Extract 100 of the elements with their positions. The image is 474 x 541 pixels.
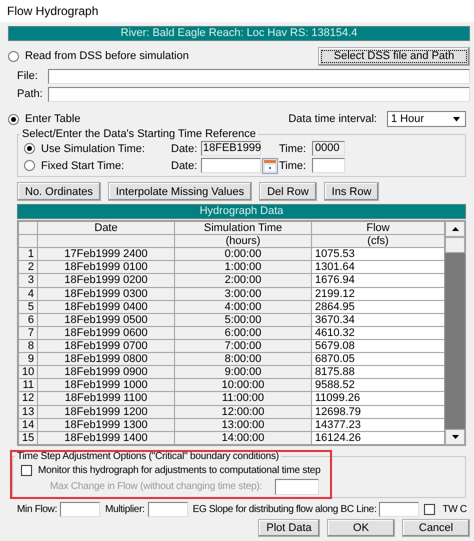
calendar-icon[interactable] (262, 158, 278, 174)
table-cell[interactable]: 16124.26 (312, 431, 444, 444)
table-cell: 12:00:00 (174, 405, 312, 418)
table-cell[interactable]: 14377.23 (312, 418, 444, 432)
toolbar-button[interactable]: Del Row (259, 182, 317, 201)
scrollbar[interactable] (445, 221, 465, 445)
file-label: File: (16, 70, 39, 82)
table-title: Hydrograph Data (17, 204, 466, 219)
table-cell[interactable]: 12698.79 (312, 405, 444, 418)
table-cell: 18Feb1999 0900 (38, 366, 174, 379)
table-cell: 11:00:00 (174, 392, 312, 406)
table-cell: 0:00:00 (174, 248, 312, 261)
field-label: Multiplier: (105, 504, 145, 514)
table-cell: 18Feb1999 0600 (38, 326, 174, 340)
path-label: Path: (16, 88, 44, 100)
scrollbar-thumb[interactable] (445, 237, 465, 253)
table-cell[interactable]: 11099.26 (312, 392, 444, 406)
max-change-label: Max Change in Flow (without changing time step): (50, 481, 262, 492)
toolbar-button[interactable]: No. Ordinates (17, 182, 101, 201)
path-field[interactable] (48, 86, 470, 102)
interval-label: Data time interval: (288, 113, 377, 125)
date-label: Date: (171, 160, 198, 172)
table-cell[interactable]: 3670.34 (312, 313, 444, 326)
radio-button[interactable] (8, 50, 19, 62)
column-header: Simulation Time (174, 222, 312, 235)
table-cell: 18Feb1999 1400 (38, 431, 174, 444)
row-number: 7 (18, 326, 38, 340)
table-cell: 7:00:00 (174, 339, 312, 353)
row-number: 5 (18, 300, 38, 314)
row-number: 15 (18, 431, 38, 444)
row-number: 3 (18, 274, 38, 288)
radio-label: Fixed Start Time: (41, 160, 126, 172)
checkbox[interactable] (424, 504, 436, 514)
column-unit: (cfs) (312, 234, 444, 248)
table-cell[interactable]: 1676.94 (312, 274, 444, 288)
table-cell[interactable]: 5679.08 (312, 339, 444, 353)
max-change-field[interactable] (275, 478, 319, 494)
dialog-button[interactable]: Plot Data (258, 519, 320, 537)
table-cell[interactable]: 6870.05 (312, 352, 444, 366)
time-label: Time: (279, 142, 308, 154)
group-title: Time Step Adjustment Options ("Critical" boundary conditions) (15, 451, 281, 462)
table-cell: 18Feb1999 0300 (38, 287, 174, 300)
date-field[interactable] (201, 158, 261, 173)
field-label: Min Flow: (17, 504, 58, 514)
interval-dropdown[interactable]: 1 Hour (387, 111, 466, 127)
table-cell: 4:00:00 (174, 300, 312, 314)
table-cell: 9:00:00 (174, 366, 312, 379)
table-cell[interactable]: 2864.95 (312, 300, 444, 314)
checkbox[interactable] (21, 464, 32, 476)
column-unit: (hours) (174, 234, 312, 248)
table-cell[interactable]: 8175.88 (312, 366, 444, 379)
radio-label: Enter Table (25, 113, 80, 125)
table-cell: 2:00:00 (174, 274, 312, 288)
input-field[interactable] (148, 502, 188, 516)
up-arrow-icon[interactable] (452, 227, 458, 231)
time-label: Time: (279, 160, 308, 172)
checkbox-label: TW C (442, 504, 467, 514)
table-cell: 17Feb1999 2400 (38, 248, 174, 261)
table-cell: 18Feb1999 0800 (38, 352, 174, 366)
row-number: 8 (18, 339, 38, 353)
table-cell: 18Feb1999 1100 (38, 392, 174, 406)
table-cell: 18Feb1999 0400 (38, 300, 174, 314)
field-label: EG Slope for distributing flow along BC Line: (192, 504, 376, 514)
table-cell[interactable]: 1075.53 (312, 248, 444, 261)
input-field[interactable] (60, 502, 100, 516)
table-cell: 13:00:00 (174, 418, 312, 432)
row-number: 11 (18, 378, 38, 392)
date-label: Date: (171, 142, 198, 154)
table-cell: 18Feb1999 0500 (38, 313, 174, 326)
toolbar-button[interactable]: Ins Row (324, 182, 380, 201)
column-header: Date (38, 222, 174, 235)
file-field[interactable] (48, 68, 470, 84)
caret-icon (452, 116, 461, 122)
window-title: Flow Hydrograph (7, 4, 98, 18)
radio-button[interactable] (8, 114, 19, 124)
row-number: 6 (18, 313, 38, 326)
radio-button[interactable] (24, 160, 35, 171)
table-cell: 5:00:00 (174, 313, 312, 326)
time-field[interactable] (312, 158, 345, 173)
row-number: 4 (18, 287, 38, 300)
table-cell: 18Feb1999 0700 (38, 339, 174, 353)
dialog-button[interactable]: OK (327, 519, 395, 537)
row-number: 10 (18, 366, 38, 379)
column-header: Flow (312, 222, 444, 235)
table-cell[interactable]: 2199.12 (312, 287, 444, 300)
down-arrow-icon[interactable] (452, 435, 458, 439)
dialog-button[interactable]: Cancel (402, 519, 470, 537)
toolbar-button[interactable]: Interpolate Missing Values (108, 182, 252, 201)
input-field[interactable] (379, 502, 420, 516)
table-cell: 14:00:00 (174, 431, 312, 444)
group-title: Select/Enter the Data's Starting Time Reference (21, 128, 257, 140)
table-cell[interactable]: 4610.32 (312, 326, 444, 340)
select-dss-button[interactable]: Select DSS file and Path (318, 46, 470, 66)
table-cell[interactable]: 1301.64 (312, 260, 444, 274)
table-cell: 10:00:00 (174, 378, 312, 392)
table-cell: 18Feb1999 1200 (38, 405, 174, 418)
table-cell: 18Feb1999 0200 (38, 274, 174, 288)
row-number: 9 (18, 352, 38, 366)
table-cell[interactable]: 9588.52 (312, 378, 444, 392)
table-cell: 3:00:00 (174, 287, 312, 300)
